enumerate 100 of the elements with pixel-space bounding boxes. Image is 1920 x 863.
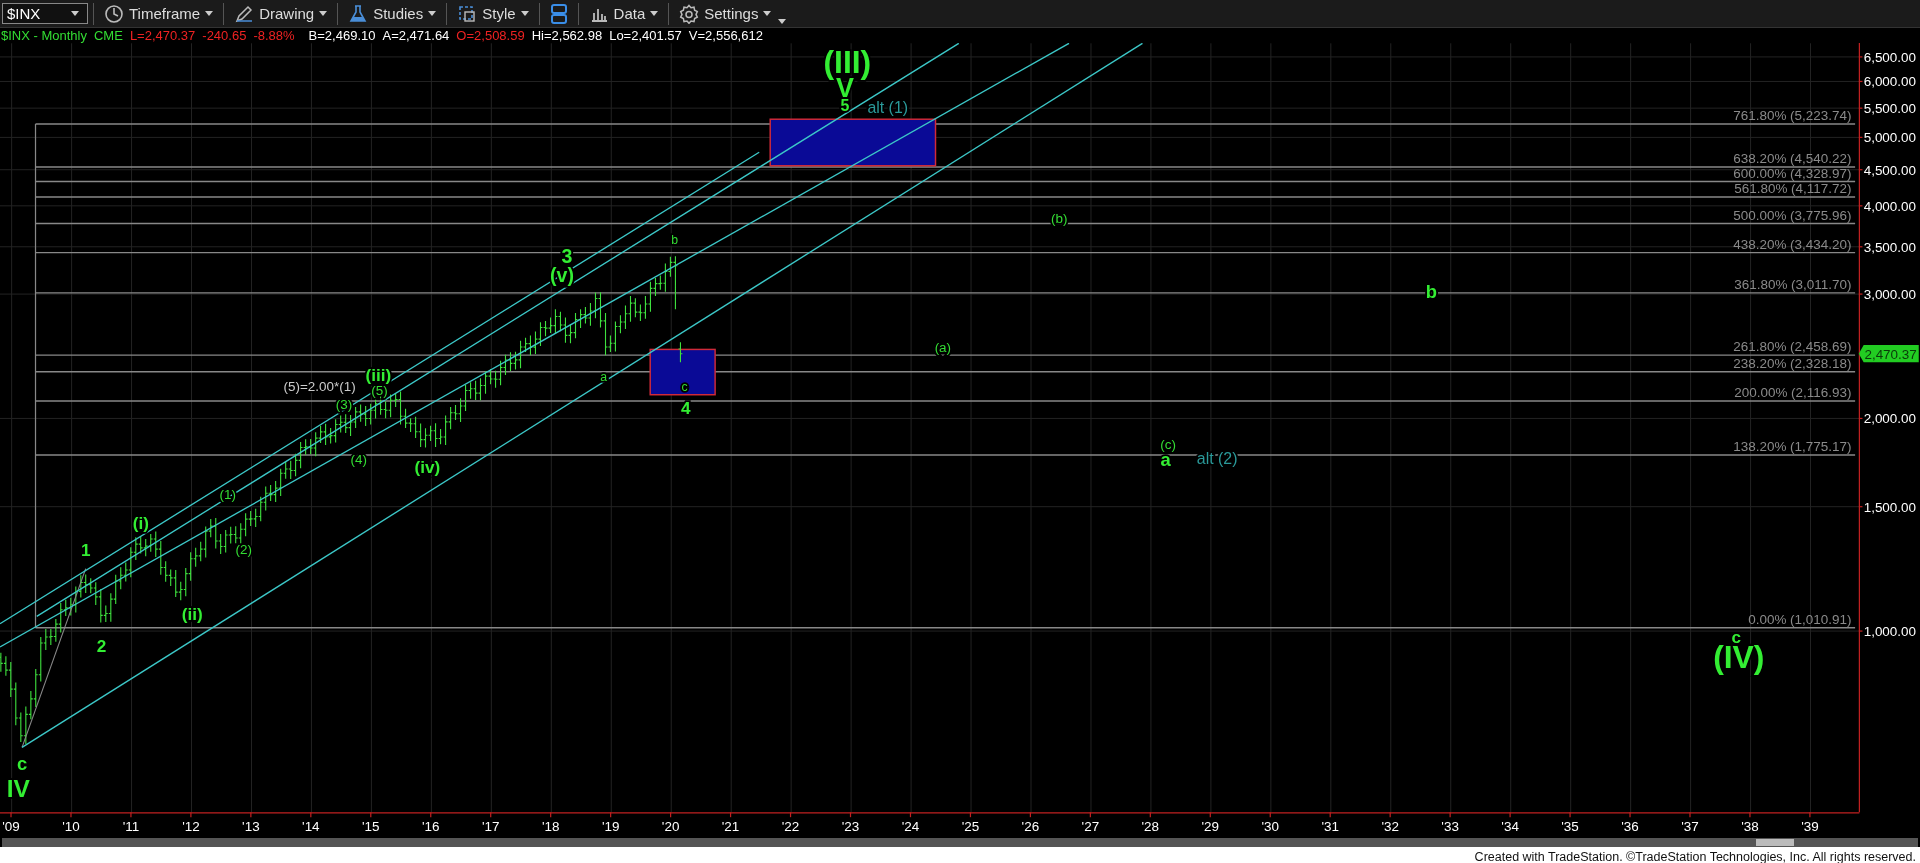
quote-field: B=2,469.10 — [308, 28, 376, 43]
year-axis-label: '28 — [1141, 818, 1160, 834]
last-price-tag: 2,470.37 — [1858, 345, 1919, 363]
wave-label: a — [600, 369, 608, 384]
year-axis-label: '23 — [841, 818, 860, 834]
year-axis-label: '18 — [541, 818, 560, 834]
year-axis-label: '36 — [1621, 818, 1639, 834]
year-axis-label: '15 — [362, 818, 380, 834]
fib-level-label: 561.80% (4,117.72) — [1734, 181, 1852, 197]
year-axis-label: '10 — [62, 818, 80, 834]
wave-label: c — [16, 752, 28, 774]
wave-label: (i) — [132, 513, 149, 534]
wave-label: b — [671, 232, 679, 247]
quote-field: V=2,556,612 — [688, 28, 763, 43]
wave-label: (4) — [350, 452, 367, 468]
year-axis-label: '26 — [1021, 818, 1040, 834]
quote-field: $INX - Monthly — [1, 28, 87, 43]
year-axis-label: '25 — [961, 818, 980, 834]
quote-field: Lo=2,401.57 — [609, 28, 682, 43]
fib-level-label: 0.00% (1,010.91) — [1748, 612, 1852, 628]
wave-label: b — [1425, 281, 1438, 303]
flask-icon — [348, 3, 369, 24]
fib-level-label: 361.80% (3,011.70) — [1734, 277, 1852, 293]
toolbar-button[interactable]: Timeframe — [99, 1, 219, 26]
year-axis-label: '09 — [2, 818, 20, 834]
wave-label: (5)=2.00*(1) — [283, 379, 356, 394]
year-axis-label: '11 — [122, 818, 140, 834]
wave-label: (3) — [335, 397, 353, 413]
fib-level-label: 638.20% (4,540.22) — [1733, 151, 1852, 167]
fib-level-label: 200.00% (2,116.93) — [1734, 385, 1852, 401]
price-axis-label: 5,500.00 — [1863, 101, 1917, 117]
year-axis-label: '22 — [781, 818, 800, 834]
year-axis-label: '38 — [1741, 818, 1759, 834]
toolbar-button[interactable]: Style — [452, 1, 534, 26]
year-axis-label: '19 — [601, 818, 620, 834]
caret-icon — [319, 11, 328, 16]
caret-icon — [520, 11, 529, 16]
fib-level-label: 500.00% (3,775.96) — [1733, 207, 1852, 223]
year-axis-label: '27 — [1081, 818, 1100, 834]
stacked-panels-icon — [549, 2, 568, 25]
wave-label: (b) — [1050, 211, 1068, 227]
year-axis-label: '33 — [1441, 818, 1459, 834]
price-axis-label: 4,000.00 — [1863, 198, 1917, 214]
fib-level-label: 438.20% (3,434.20) — [1733, 236, 1852, 252]
wave-label: c — [681, 379, 688, 394]
wave-label: 4 — [680, 398, 691, 419]
toolbar-button[interactable]: Drawing — [229, 1, 333, 26]
price-axis-label: 4,500.00 — [1863, 162, 1917, 178]
wave-label: 2 — [96, 635, 107, 656]
price-axis-label: 5,000.00 — [1863, 130, 1917, 146]
year-axis-label: '13 — [242, 818, 260, 834]
quote-field: O=2,508.59 — [456, 28, 525, 43]
quote-field: Hi=2,562.98 — [531, 28, 603, 43]
year-axis-label: '35 — [1561, 818, 1579, 834]
pencil-icon — [234, 3, 255, 24]
year-axis-label: '24 — [901, 818, 920, 834]
year-axis-label: '30 — [1261, 818, 1279, 834]
quote-field: L=2,470.37 — [129, 28, 196, 43]
fib-level-label: 138.20% (1,775.17) — [1733, 439, 1852, 455]
wave-label: (ii) — [181, 604, 203, 625]
toolbar-button[interactable]: Studies — [343, 1, 442, 26]
settings-icon — [679, 3, 700, 24]
wave-label: (1) — [219, 486, 236, 502]
fib-level-label: 761.80% (5,223.74) — [1733, 108, 1852, 124]
year-axis-label: '17 — [481, 818, 500, 834]
year-axis-label: '37 — [1681, 818, 1699, 834]
quote-field: CME — [94, 28, 123, 43]
fib-level-label: 238.20% (2,328.18) — [1733, 356, 1852, 372]
dashed-square-icon — [457, 3, 478, 24]
year-axis-label: '16 — [422, 818, 440, 834]
symbol-dropdown[interactable]: $INX — [2, 3, 88, 24]
copyright-text: Created with TradeStation. ©TradeStation Technologies, Inc. All rights reserved. — [1474, 849, 1916, 863]
scrollbar-thumb[interactable] — [1756, 839, 1794, 846]
caret-icon — [650, 11, 659, 16]
wave-label: (III) — [823, 44, 872, 81]
toolbar-button[interactable]: Data — [583, 1, 664, 26]
year-axis-label: '12 — [182, 818, 200, 834]
wave-label: (iv) — [414, 457, 441, 478]
price-axis-label: 6,000.00 — [1863, 74, 1917, 90]
wave-label: 1 — [80, 540, 91, 561]
year-axis-label: '21 — [721, 818, 740, 834]
target-zone-box — [649, 348, 716, 396]
caret-icon — [205, 11, 214, 16]
quote-field: -8.88% — [253, 28, 295, 43]
clock-icon — [104, 3, 124, 24]
wave-label: alt (1) — [867, 98, 909, 116]
wave-label: (a) — [934, 339, 952, 355]
price-axis-label: 6,500.00 — [1863, 49, 1917, 65]
year-axis-label: '34 — [1501, 818, 1519, 834]
horizontal-scrollbar[interactable] — [2, 838, 1918, 847]
toolbar-button[interactable]: Settings — [674, 1, 777, 26]
caret-icon — [71, 11, 79, 16]
price-axis-label: 3,500.00 — [1863, 239, 1917, 255]
year-axis-label: '14 — [302, 818, 320, 834]
quote-field: -240.65 — [202, 28, 247, 43]
year-axis-label: '29 — [1201, 818, 1220, 834]
price-axis-label: 2,000.00 — [1863, 411, 1917, 427]
caret-icon — [428, 11, 437, 16]
wave-label: (2) — [235, 541, 252, 557]
fib-level-label: 261.80% (2,458.69) — [1733, 339, 1852, 355]
